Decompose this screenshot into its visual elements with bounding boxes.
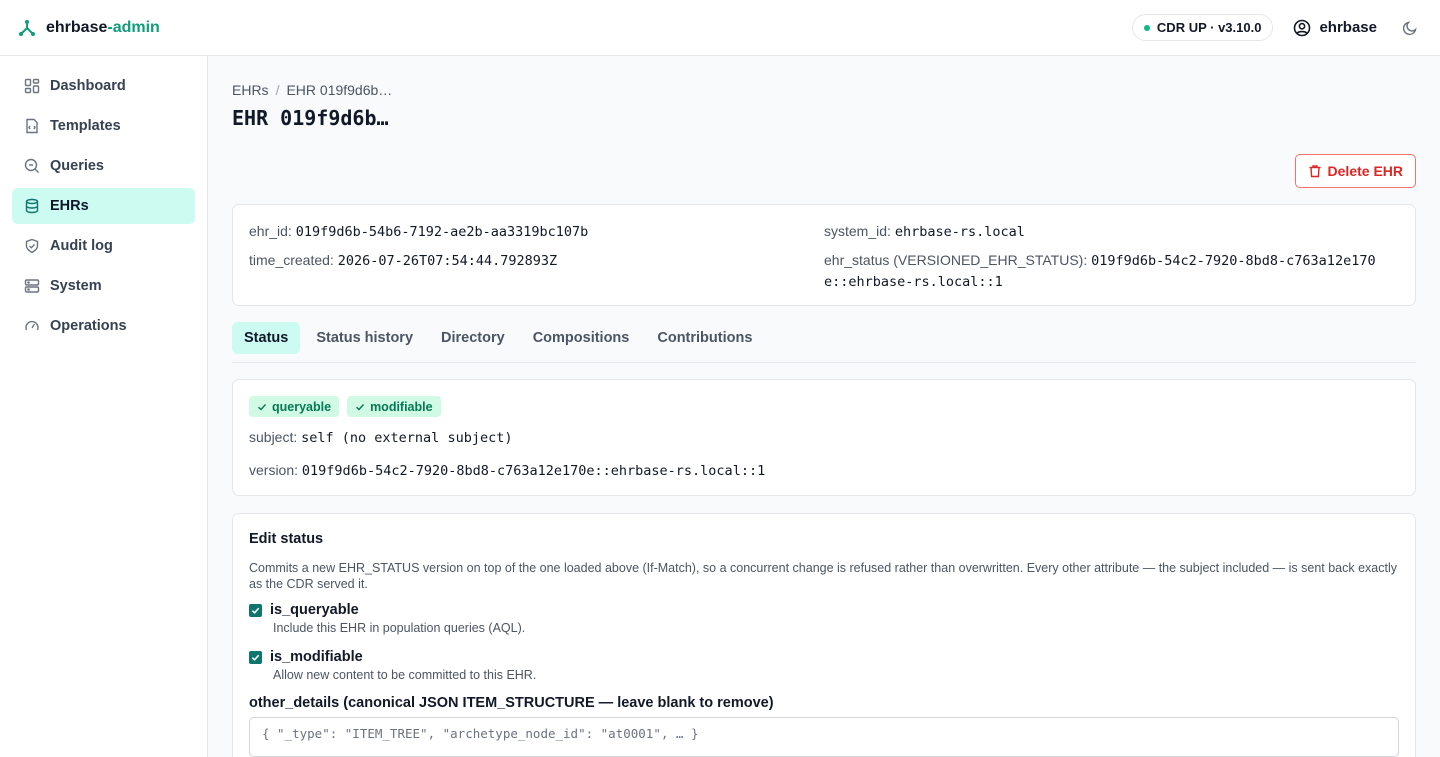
sidebar: Dashboard Templates Queries EHRs Audit l… [0, 56, 208, 757]
user-menu[interactable]: ehrbase [1293, 19, 1377, 37]
sidebar-item-audit-log[interactable]: Audit log [12, 228, 195, 264]
brand-logo[interactable]: ehrbase - admin [18, 19, 160, 37]
breadcrumb-separator: / [275, 82, 280, 98]
templates-icon [24, 118, 40, 134]
ehr-id-label: ehr_id: [249, 223, 292, 239]
system-id-row: system_id: ehrbase-rs.local [824, 221, 1399, 242]
sidebar-item-operations[interactable]: Operations [12, 308, 195, 344]
delete-ehr-button[interactable]: Delete EHR [1294, 154, 1416, 188]
sidebar-item-label: Queries [50, 158, 104, 174]
tab-bar: Status Status history Directory Composit… [232, 322, 1416, 363]
sidebar-item-templates[interactable]: Templates [12, 108, 195, 144]
time-created-label: time_created: [249, 252, 334, 268]
breadcrumb: EHRs / EHR 019f9d6b… [232, 82, 1416, 98]
subject-label: subject: [249, 429, 298, 445]
sidebar-item-ehrs[interactable]: EHRs [12, 188, 195, 224]
version-row: version: 019f9d6b-54c2-7920-8bd8-c763a12… [249, 460, 1399, 481]
is-queryable-checkbox[interactable] [249, 603, 262, 617]
system-id-label: system_id: [824, 223, 891, 239]
sidebar-item-label: EHRs [50, 198, 89, 214]
badge-label: modifiable [370, 399, 433, 414]
is-modifiable-help: Allow new content to be committed to thi… [273, 668, 537, 682]
time-created-row: time_created: 2026-07-26T07:54:44.792893… [249, 250, 824, 271]
moon-icon[interactable] [1402, 20, 1418, 36]
badge-label: queryable [272, 399, 332, 414]
tab-status[interactable]: Status [232, 322, 301, 354]
trash-icon [1308, 164, 1322, 178]
queryable-badge: queryable [249, 396, 340, 417]
breadcrumb-current: EHR 019f9d6b… [286, 82, 393, 98]
checkmark-icon [251, 654, 260, 661]
checkmark-icon [251, 607, 260, 614]
version-label: version: [249, 462, 299, 478]
is-modifiable-checkbox[interactable] [249, 650, 262, 664]
delete-ehr-label: Delete EHR [1327, 163, 1403, 179]
queries-icon [24, 158, 40, 174]
sidebar-item-label: Audit log [50, 238, 113, 254]
ehr-info-card: ehr_id: 019f9d6b-54b6-7192-ae2b-aa3319bc… [232, 204, 1416, 306]
sidebar-item-label: Dashboard [50, 78, 126, 94]
is-queryable-row: is_queryable [249, 602, 1399, 618]
user-circle-icon [1293, 19, 1311, 37]
is-modifiable-row: is_modifiable [249, 649, 1399, 665]
brand-name: ehrbase [46, 18, 108, 36]
server-icon [24, 278, 40, 294]
tab-compositions[interactable]: Compositions [521, 322, 642, 354]
tab-contributions[interactable]: Contributions [645, 322, 764, 354]
tab-status-history[interactable]: Status history [304, 322, 425, 354]
status-card: queryable modifiable subject: self (no e… [232, 379, 1416, 496]
is-modifiable-label[interactable]: is_modifiable [270, 649, 363, 665]
is-queryable-label[interactable]: is_queryable [270, 602, 359, 618]
status-dot-icon [1143, 24, 1150, 31]
sidebar-item-system[interactable]: System [12, 268, 195, 304]
modifiable-badge: modifiable [347, 396, 441, 417]
ehr-status-row: ehr_status (VERSIONED_EHR_STATUS): 019f9… [824, 250, 1399, 292]
sidebar-item-dashboard[interactable]: Dashboard [12, 68, 195, 104]
ehrbase-logo-icon [18, 19, 36, 37]
tab-directory[interactable]: Directory [429, 322, 517, 354]
main-content: EHRs / EHR 019f9d6b… EHR 019f9d6b… Delet… [208, 56, 1440, 757]
gauge-icon [24, 318, 40, 334]
brand-suffix: admin [112, 18, 160, 36]
shield-icon [24, 238, 40, 254]
sidebar-item-label: Operations [50, 318, 127, 334]
edit-status-card: Edit status Commits a new EHR_STATUS ver… [232, 513, 1416, 757]
ehr-id-value: 019f9d6b-54b6-7192-ae2b-aa3319bc107b [295, 224, 589, 240]
database-icon [24, 198, 40, 214]
sidebar-item-label: Templates [50, 118, 121, 134]
sidebar-item-queries[interactable]: Queries [12, 148, 195, 184]
breadcrumb-ehrs-link[interactable]: EHRs [232, 82, 269, 98]
check-icon [257, 402, 267, 412]
cdr-status-badge: CDR UP · v3.10.0 [1131, 14, 1274, 41]
top-bar: ehrbase - admin CDR UP · v3.10.0 ehrbase [0, 0, 1440, 56]
dashboard-icon [24, 78, 40, 94]
page-title: EHR 019f9d6b… [232, 106, 389, 130]
subject-value: self (no external subject) [301, 430, 513, 446]
username: ehrbase [1319, 19, 1377, 36]
ehr-status-label: ehr_status (VERSIONED_EHR_STATUS): [824, 252, 1088, 268]
subject-row: subject: self (no external subject) [249, 427, 1399, 448]
check-icon [355, 402, 365, 412]
time-created-value: 2026-07-26T07:54:44.792893Z [337, 253, 558, 269]
other-details-label: other_details (canonical JSON ITEM_STRUC… [249, 695, 774, 711]
ehr-id-row: ehr_id: 019f9d6b-54b6-7192-ae2b-aa3319bc… [249, 221, 824, 242]
edit-status-description: Commits a new EHR_STATUS version on top … [249, 561, 1398, 591]
is-queryable-help: Include this EHR in population queries (… [273, 621, 526, 635]
system-id-value: ehrbase-rs.local [894, 224, 1025, 240]
version-value: 019f9d6b-54c2-7920-8bd8-c763a12e170e::eh… [301, 463, 766, 479]
edit-status-title: Edit status [249, 531, 324, 547]
cdr-status-text: CDR UP · v3.10.0 [1156, 20, 1262, 35]
sidebar-item-label: System [50, 278, 102, 294]
other-details-textarea[interactable]: { "_type": "ITEM_TREE", "archetype_node_… [249, 717, 1399, 757]
